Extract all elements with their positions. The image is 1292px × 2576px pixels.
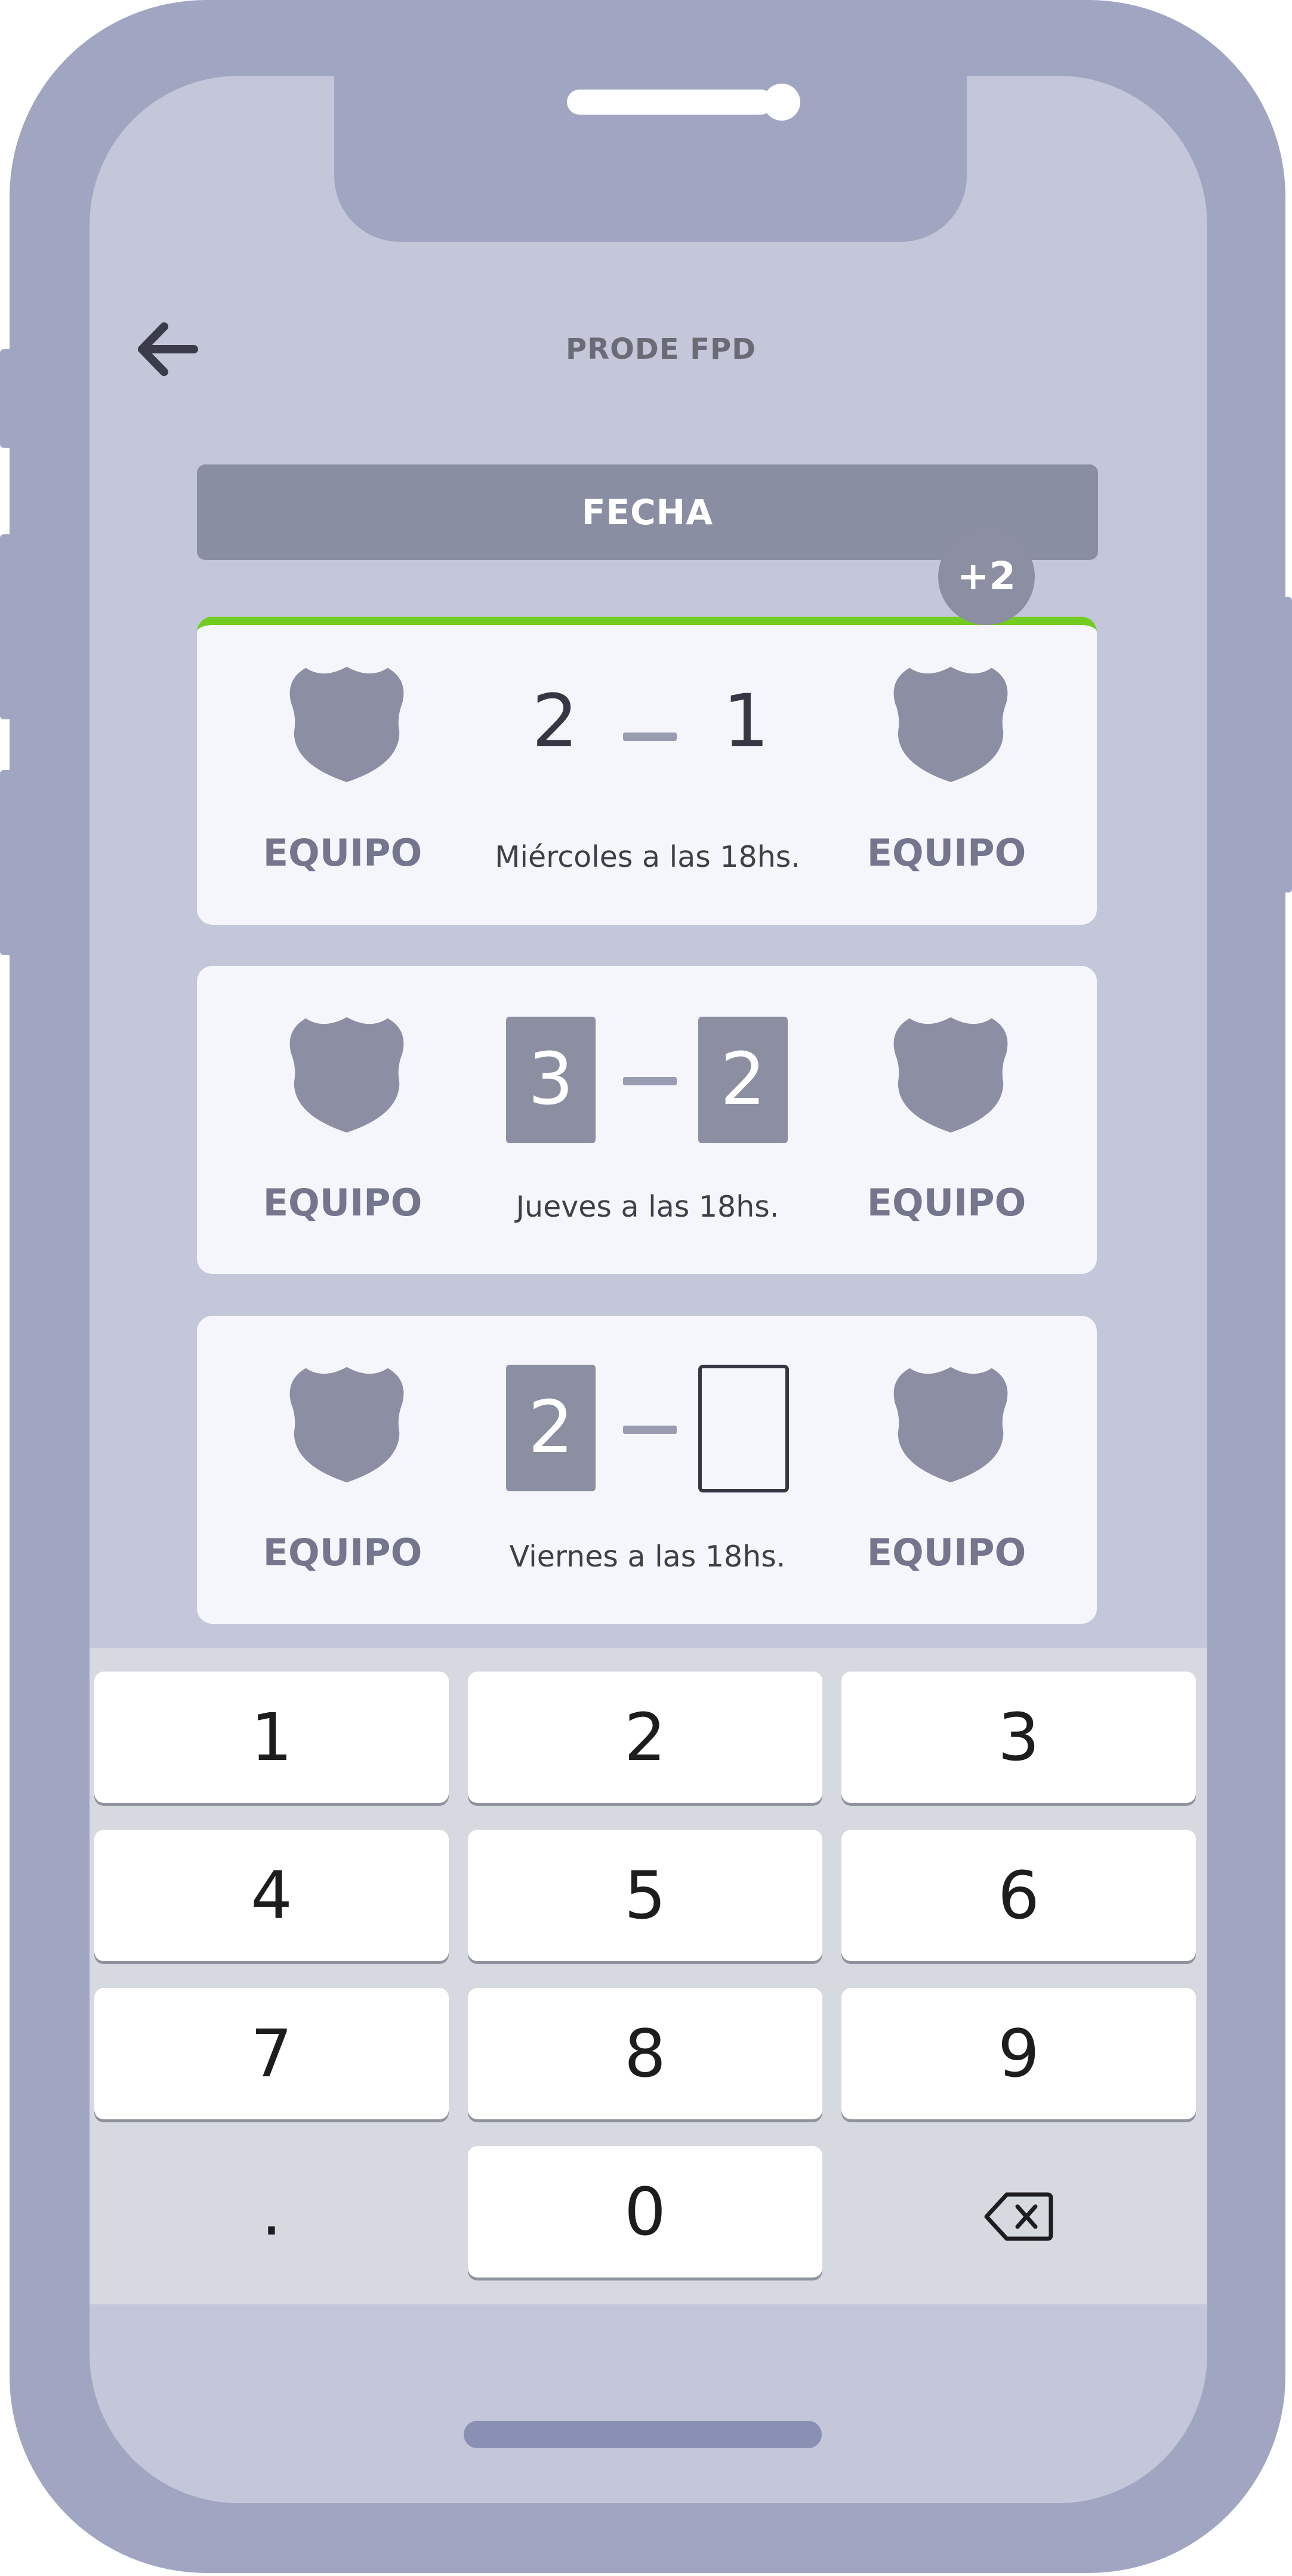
- side-button-volume-down: [0, 770, 12, 955]
- delete-key[interactable]: [841, 2146, 1196, 2278]
- front-camera: [763, 84, 800, 121]
- match-schedule: Miércoles a las 18hs.: [495, 840, 800, 874]
- side-button-power: [1280, 597, 1292, 892]
- key-7[interactable]: 7: [94, 1988, 449, 2119]
- match-card[interactable]: EQUIPO 2 Viernes a las 18hs. EQUIPO: [197, 1316, 1097, 1624]
- away-score: 1: [723, 679, 769, 764]
- key-0[interactable]: 0: [468, 2146, 822, 2278]
- key-1[interactable]: 1: [94, 1672, 449, 1803]
- home-team-name: EQUIPO: [263, 1181, 423, 1224]
- home-team-name: EQUIPO: [263, 1531, 423, 1574]
- key-2[interactable]: 2: [468, 1672, 822, 1803]
- away-team-shield-icon: [893, 1017, 1008, 1133]
- backspace-icon: [984, 2192, 1053, 2241]
- side-button-volume-up: [0, 534, 12, 719]
- away-team-name: EQUIPO: [867, 831, 1026, 875]
- key-8[interactable]: 8: [468, 1988, 822, 2119]
- match-card[interactable]: EQUIPO 2 1 Miércoles a las 18hs. EQUIPO: [197, 617, 1097, 925]
- key-3[interactable]: 3: [841, 1672, 1196, 1803]
- score-separator: [623, 733, 677, 741]
- away-team-name: EQUIPO: [867, 1181, 1026, 1224]
- home-team-name: EQUIPO: [263, 831, 423, 875]
- home-team-shield-icon: [289, 1017, 404, 1133]
- away-team-shield-icon: [893, 666, 1008, 783]
- away-score-input[interactable]: [698, 1365, 789, 1492]
- numeric-keypad: 1 2 3 4 5 6 7 8 9 . 0: [90, 1648, 1207, 2304]
- score-separator: [623, 1077, 677, 1085]
- home-score: 2: [532, 679, 578, 764]
- home-score-input[interactable]: 2: [506, 1365, 596, 1491]
- key-4[interactable]: 4: [94, 1830, 449, 1961]
- away-team-shield-icon: [893, 1367, 1008, 1483]
- home-team-shield-icon: [289, 666, 404, 783]
- key-6[interactable]: 6: [841, 1830, 1196, 1961]
- key-decimal[interactable]: .: [94, 2146, 449, 2278]
- match-schedule: Viernes a las 18hs.: [509, 1540, 786, 1574]
- match-schedule: Jueves a las 18hs.: [516, 1190, 779, 1224]
- match-card[interactable]: EQUIPO 3 2 Jueves a las 18hs. EQUIPO: [197, 966, 1097, 1274]
- home-score-input[interactable]: 3: [506, 1017, 596, 1143]
- page-title: PRODE FPD: [565, 333, 757, 366]
- extra-badge[interactable]: +2: [938, 528, 1035, 625]
- key-5[interactable]: 5: [468, 1830, 822, 1961]
- speaker: [567, 90, 773, 115]
- home-team-shield-icon: [289, 1367, 404, 1483]
- away-team-name: EQUIPO: [867, 1531, 1026, 1574]
- score-separator: [623, 1426, 677, 1434]
- home-indicator[interactable]: [464, 2421, 822, 2448]
- away-score-input[interactable]: 2: [698, 1017, 788, 1143]
- key-9[interactable]: 9: [841, 1988, 1196, 2119]
